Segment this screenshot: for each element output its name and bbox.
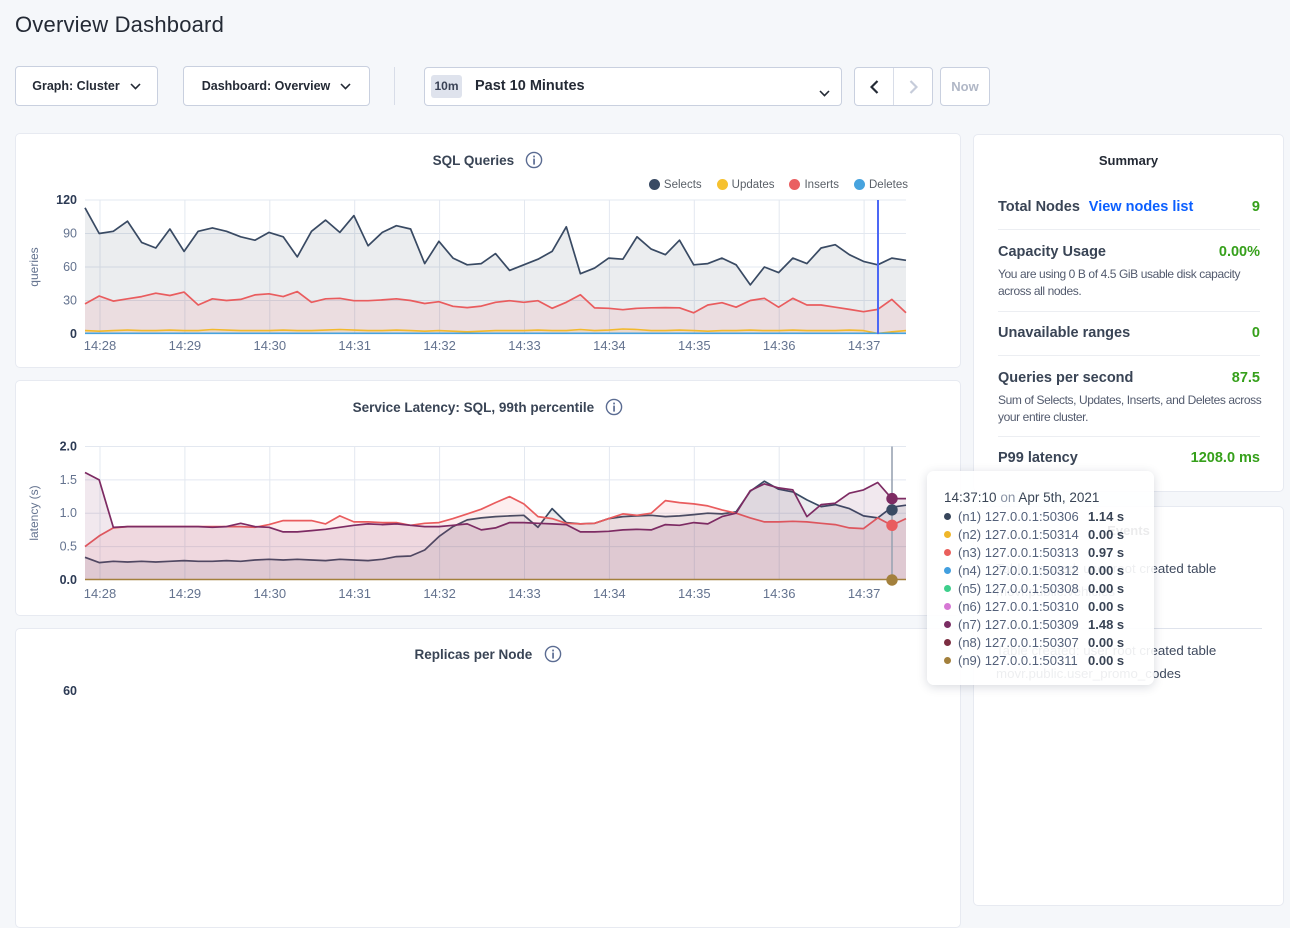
svg-text:30: 30 [63,294,77,308]
svg-text:queries: queries [27,247,41,286]
svg-text:1.5: 1.5 [60,473,77,487]
svg-text:14:36: 14:36 [763,338,796,353]
svg-text:14:35: 14:35 [678,338,711,353]
svg-text:14:30: 14:30 [254,338,287,353]
svg-text:14:37: 14:37 [848,338,881,353]
svg-text:14:29: 14:29 [169,586,202,601]
svg-text:14:33: 14:33 [508,586,541,601]
svg-text:14:31: 14:31 [338,338,371,353]
svg-text:1.0: 1.0 [60,506,77,520]
svg-text:latency (s): latency (s) [27,485,41,540]
svg-text:0.5: 0.5 [60,540,77,554]
svg-text:14:32: 14:32 [423,338,456,353]
svg-text:14:32: 14:32 [423,586,456,601]
svg-text:14:31: 14:31 [338,586,371,601]
svg-text:90: 90 [63,227,77,241]
svg-text:60: 60 [63,260,77,274]
svg-text:2.0: 2.0 [60,440,77,454]
svg-text:0: 0 [70,327,77,341]
svg-text:0.0: 0.0 [60,573,77,587]
svg-text:14:28: 14:28 [84,586,117,601]
svg-text:14:36: 14:36 [763,586,796,601]
svg-text:14:30: 14:30 [254,586,287,601]
svg-text:120: 120 [56,193,77,207]
svg-text:14:28: 14:28 [84,338,117,353]
svg-text:14:29: 14:29 [169,338,202,353]
svg-text:14:33: 14:33 [508,338,541,353]
svg-text:14:35: 14:35 [678,586,711,601]
svg-text:14:37: 14:37 [848,586,881,601]
svg-text:14:34: 14:34 [593,338,626,353]
svg-text:14:34: 14:34 [593,586,626,601]
